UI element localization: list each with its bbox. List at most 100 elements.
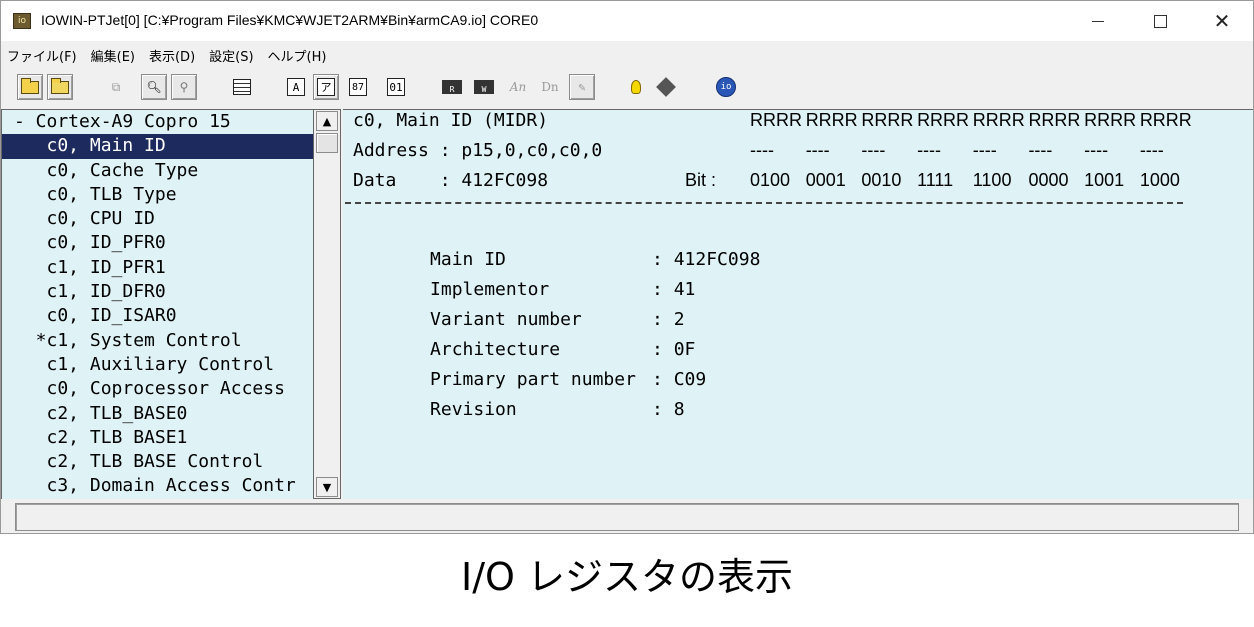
- dash-cell: ----: [805, 140, 830, 160]
- menu-view[interactable]: 表示(D): [149, 46, 195, 65]
- scroll-thumb[interactable]: [316, 133, 338, 153]
- tree-item[interactable]: c2, TLB BASE1: [2, 426, 313, 450]
- menu-settings[interactable]: 設定(S): [209, 46, 253, 65]
- access-cell: RRRR: [861, 110, 914, 130]
- access-cell: RRRR: [972, 110, 1025, 130]
- reload-button[interactable]: [47, 74, 73, 100]
- bit-cell: 0000: [1028, 170, 1069, 190]
- app-icon[interactable]: io: [13, 13, 31, 29]
- tree-item[interactable]: c0, Cache Type: [2, 159, 313, 183]
- edit-pen-button[interactable]: ✎: [569, 74, 595, 100]
- open-folder-icon: [21, 77, 39, 94]
- address-n-label: An: [509, 80, 527, 94]
- ascii-button[interactable]: A: [283, 74, 309, 100]
- bit-row: 0100 0001 0010 1111 1100 0000 1001 1000: [750, 170, 1196, 191]
- search-icon: 🔍︎: [146, 80, 162, 94]
- access-row: RRRR RRRR RRRR RRRR RRRR RRRR RRRR RRRR: [750, 110, 1196, 131]
- copy-icon: ⧉: [111, 79, 121, 94]
- register-detail-pane: c0, Main ID (MIDR) Address : p15,0,c0,c0…: [343, 109, 1253, 499]
- dash-row: ---- ---- ---- ---- ---- ---- ---- ----: [750, 140, 1196, 161]
- tree-item[interactable]: *c1, System Control: [2, 329, 313, 353]
- read-chip-icon: R: [442, 80, 462, 94]
- dash-cell: ----: [972, 140, 997, 160]
- tree-item[interactable]: c0, CPU ID: [2, 207, 313, 231]
- tree-item[interactable]: - Cortex-A9 Copro 15: [2, 110, 313, 134]
- dash-cell: ----: [917, 140, 942, 160]
- octal-button[interactable]: 87: [345, 74, 371, 100]
- copy-button[interactable]: ⧉: [103, 74, 129, 100]
- scroll-down-button[interactable]: ▼: [316, 477, 338, 497]
- window-title: IOWIN-PTJet[0] [C:¥Program Files¥KMC¥WJE…: [41, 12, 539, 28]
- refresh-folder-icon: [51, 77, 69, 94]
- read-button[interactable]: R: [439, 74, 465, 100]
- pen-icon: ✎: [578, 80, 586, 94]
- bit-cell: 1000: [1139, 170, 1180, 190]
- bit-cell: 0001: [805, 170, 846, 190]
- tree-item[interactable]: c0, TLB Type: [2, 183, 313, 207]
- bit-label: Bit :: [685, 170, 717, 190]
- write-button[interactable]: W: [471, 74, 497, 100]
- address-n-button[interactable]: An: [505, 74, 531, 100]
- bit-cell: 1100: [972, 170, 1012, 190]
- register-address: Address : p15,0,c0,c0,0: [353, 140, 603, 161]
- diamond-icon: [656, 77, 676, 97]
- search-next-button[interactable]: ⚲: [171, 74, 197, 100]
- tree-item[interactable]: c0, ID_PFR0: [2, 231, 313, 255]
- figure-caption: I/O レジスタの表示: [461, 555, 793, 599]
- menu-edit[interactable]: 編集(E): [91, 46, 135, 65]
- dash-cell: ----: [1084, 140, 1109, 160]
- octal-icon: 87: [349, 78, 367, 96]
- io-icon: io: [716, 77, 736, 97]
- io-button[interactable]: io: [713, 74, 739, 100]
- close-button[interactable]: ✕: [1191, 1, 1253, 41]
- tree-item[interactable]: c0, Coprocessor Access: [2, 377, 313, 401]
- kana-button[interactable]: ア: [313, 74, 339, 100]
- minimize-button[interactable]: [1067, 1, 1129, 41]
- field-row: Revision: 8: [365, 378, 685, 441]
- register-data: Data : 412FC098: [353, 170, 549, 191]
- access-cell: RRRR: [917, 110, 970, 130]
- bit-cell: 0100: [750, 170, 791, 190]
- dash-cell: ----: [1139, 140, 1164, 160]
- tree-item[interactable]: c0, ID_ISAR0: [2, 304, 313, 328]
- tree-item[interactable]: c1, ID_DFR0: [2, 280, 313, 304]
- open-button[interactable]: [17, 74, 43, 100]
- binary-button[interactable]: 01: [383, 74, 409, 100]
- menu-help[interactable]: ヘルプ(H): [268, 46, 327, 65]
- access-cell: RRRR: [805, 110, 858, 130]
- toolbar: ⧉ 🔍︎ ⚲ A ア 87 01 R W An Dn ✎ io: [1, 69, 1253, 107]
- tree-item[interactable]: c2, TLB_BASE0: [2, 402, 313, 426]
- bit-cell: 1001: [1084, 170, 1125, 190]
- title-bar: io IOWIN-PTJet[0] [C:¥Program Files¥KMC¥…: [1, 1, 1253, 41]
- register-tree[interactable]: - Cortex-A9 Copro 15 c0, Main ID c0, Cac…: [1, 109, 313, 499]
- register-name: c0, Main ID (MIDR): [353, 110, 549, 131]
- tree-item[interactable]: c1, ID_PFR1: [2, 256, 313, 280]
- arrow-down-icon: ▼: [322, 480, 332, 494]
- tree-item[interactable]: c3, Domain Access Contr: [2, 474, 313, 498]
- bit-cell: 1111: [917, 170, 954, 190]
- bulb-icon: [631, 80, 641, 94]
- list-view-button[interactable]: [229, 74, 255, 100]
- kana-icon: ア: [317, 78, 335, 96]
- tree-item-selected[interactable]: c0, Main ID: [2, 134, 313, 159]
- list-icon: [233, 79, 251, 95]
- tree-item[interactable]: c2, TLB BASE Control: [2, 450, 313, 474]
- search-button[interactable]: 🔍︎: [141, 74, 167, 100]
- maximize-button[interactable]: [1129, 1, 1191, 41]
- search-next-icon: ⚲: [179, 80, 189, 94]
- binary-icon: 01: [387, 78, 405, 96]
- tree-item[interactable]: c1, Auxiliary Control: [2, 353, 313, 377]
- close-icon: ✕: [1213, 9, 1231, 33]
- diamond-button[interactable]: [653, 74, 679, 100]
- access-cell: RRRR: [1028, 110, 1081, 130]
- arrow-up-icon: ▲: [322, 114, 332, 128]
- data-n-button[interactable]: Dn: [537, 74, 563, 100]
- menu-file[interactable]: ファイル(F): [7, 46, 77, 65]
- access-cell: RRRR: [1139, 110, 1192, 130]
- dash-cell: ----: [1028, 140, 1053, 160]
- field-label: Revision: [430, 399, 517, 420]
- light-button[interactable]: [623, 74, 649, 100]
- scroll-up-button[interactable]: ▲: [316, 111, 338, 131]
- access-cell: RRRR: [750, 110, 802, 130]
- tree-scrollbar[interactable]: ▲ ▼: [313, 109, 341, 499]
